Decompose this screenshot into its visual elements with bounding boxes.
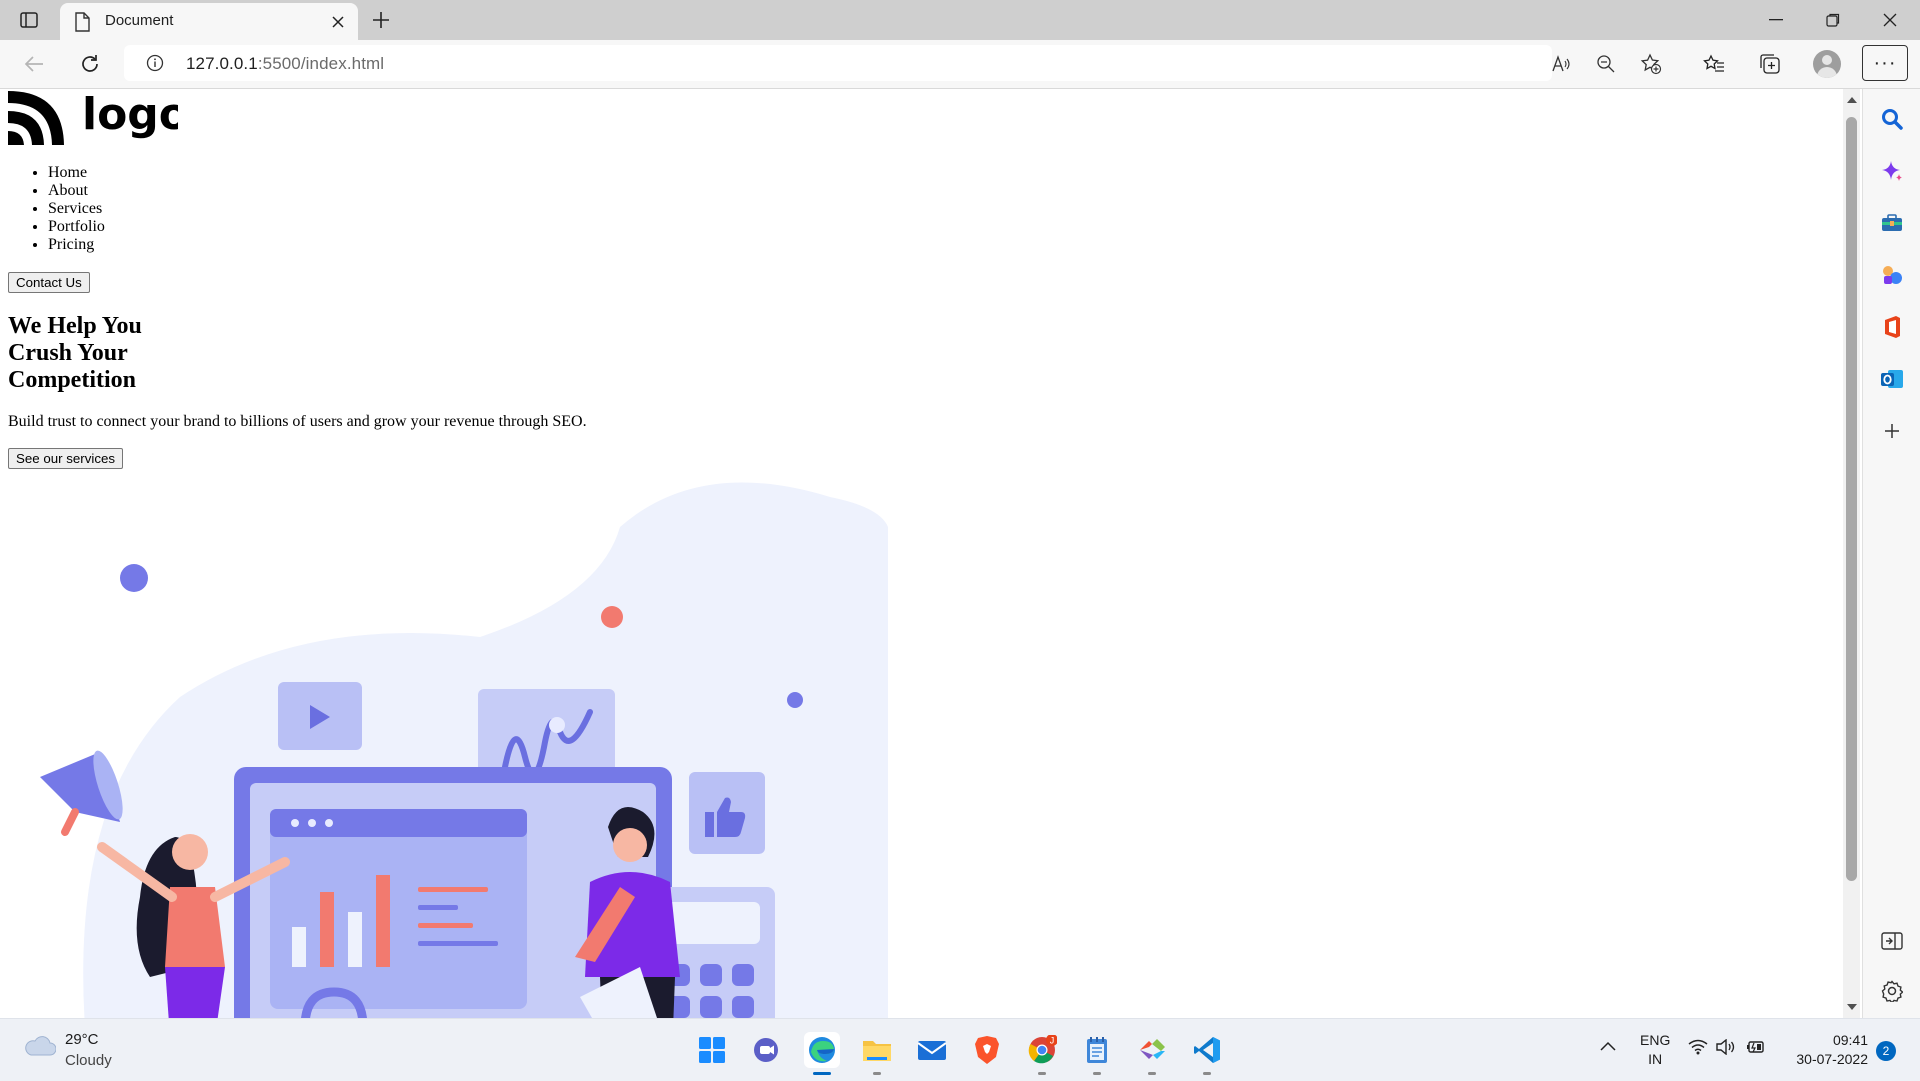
- see-services-button[interactable]: See our services: [8, 448, 124, 469]
- close-window-icon[interactable]: [1868, 6, 1912, 34]
- search-icon[interactable]: [1878, 105, 1906, 133]
- scroll-up-arrow-icon[interactable]: [1847, 97, 1857, 103]
- url-host: 127.0.0.1: [186, 54, 258, 73]
- add-favorite-icon[interactable]: [1638, 51, 1664, 77]
- page-viewport: logo Home About Services Portfolio Prici…: [0, 89, 1843, 1018]
- decor-dot-coral: [601, 606, 623, 628]
- url-path: :5500/index.html: [257, 54, 385, 73]
- main-nav: Home About Services Portfolio Pricing: [8, 164, 105, 254]
- outlook-icon[interactable]: [1878, 365, 1906, 393]
- settings-more-button[interactable]: ···: [1862, 45, 1908, 81]
- games-icon[interactable]: [1878, 261, 1906, 289]
- contact-us-button[interactable]: Contact Us: [8, 272, 90, 293]
- chevron-up-icon[interactable]: [1600, 1038, 1616, 1056]
- dashboard-window: [270, 809, 527, 1009]
- nav-item-portfolio[interactable]: Portfolio: [48, 218, 105, 236]
- tab-bar: Document: [0, 0, 1920, 40]
- split-screen-icon[interactable]: [1878, 927, 1906, 955]
- region-code: IN: [1648, 1051, 1663, 1067]
- chrome-icon[interactable]: J: [1024, 1032, 1060, 1075]
- page-scrollbar[interactable]: [1843, 89, 1860, 1018]
- browser-tab[interactable]: Document: [60, 3, 358, 40]
- page-icon: [74, 12, 90, 37]
- favorites-icon[interactable]: [1700, 50, 1728, 78]
- brave-icon[interactable]: [969, 1032, 1005, 1068]
- site-logo[interactable]: logo: [8, 89, 189, 152]
- collections-icon[interactable]: [1756, 50, 1784, 78]
- add-icon[interactable]: [1878, 417, 1906, 445]
- nav-item-home[interactable]: Home: [48, 164, 105, 182]
- profile-avatar[interactable]: [1813, 50, 1841, 78]
- meet-icon[interactable]: [749, 1032, 785, 1068]
- notification-count-badge[interactable]: 2: [1876, 1041, 1896, 1061]
- tab-title: Document: [105, 12, 174, 29]
- copilot-icon[interactable]: [1878, 157, 1906, 185]
- scroll-thumb[interactable]: [1846, 117, 1857, 881]
- notepad-icon[interactable]: [1079, 1032, 1115, 1075]
- edge-icon[interactable]: [804, 1032, 840, 1075]
- url-text[interactable]: 127.0.0.1:5500/index.html: [186, 54, 384, 74]
- decor-dot-purple: [120, 564, 148, 592]
- battery-icon[interactable]: [1746, 1039, 1766, 1060]
- restore-icon[interactable]: [1811, 6, 1855, 34]
- new-tab-icon[interactable]: [368, 8, 394, 32]
- read-aloud-icon[interactable]: [1548, 51, 1574, 77]
- tools-icon[interactable]: [1878, 209, 1906, 237]
- logo-mark-icon: [8, 91, 64, 145]
- edge-sidebar: [1862, 89, 1920, 1018]
- nav-item-services[interactable]: Services: [48, 200, 105, 218]
- browser-toolbar: 127.0.0.1:5500/index.html ···: [0, 40, 1920, 89]
- minimize-icon[interactable]: [1754, 6, 1798, 34]
- settings-icon[interactable]: [1878, 977, 1906, 1005]
- clock-date: 30-07-2022: [1796, 1051, 1868, 1067]
- chrome-profile-badge: J: [1050, 1036, 1055, 1046]
- bar-chart-bar: [320, 892, 334, 967]
- scroll-down-arrow-icon[interactable]: [1847, 1004, 1857, 1010]
- decor-dot-small: [787, 692, 803, 708]
- system-clock[interactable]: 09:41 30-07-2022: [1788, 1031, 1868, 1069]
- address-bar[interactable]: 127.0.0.1:5500/index.html: [124, 45, 1662, 81]
- logo-text: logo: [82, 89, 178, 140]
- language-code: ENG: [1640, 1032, 1671, 1048]
- input-language[interactable]: ENG IN: [1640, 1031, 1670, 1069]
- volume-icon[interactable]: [1716, 1038, 1736, 1060]
- vscode-icon[interactable]: [1189, 1032, 1225, 1075]
- back-icon[interactable]: [20, 50, 48, 78]
- zoom-out-icon[interactable]: [1593, 51, 1619, 77]
- weather-condition[interactable]: Cloudy: [65, 1052, 112, 1069]
- bar-chart-bar: [348, 912, 362, 967]
- hero-subtitle: Build trust to connect your brand to bil…: [8, 413, 587, 430]
- bar-chart-bar: [376, 875, 390, 967]
- weather-temperature[interactable]: 29°C: [65, 1031, 99, 1048]
- refresh-icon[interactable]: [76, 50, 104, 78]
- nav-item-about[interactable]: About: [48, 182, 105, 200]
- hero-title: We Help You Crush Your Competition: [8, 313, 142, 393]
- git-icon[interactable]: [1134, 1032, 1170, 1075]
- bar-chart-bar: [292, 927, 306, 967]
- file-explorer-icon[interactable]: [859, 1032, 895, 1075]
- windows-taskbar: 29°C Cloudy J ENG IN 09:41 30-07-2022 2: [0, 1018, 1920, 1081]
- site-info-icon[interactable]: [146, 54, 164, 77]
- hero-illustration: [40, 482, 888, 1018]
- cloudy-weather-icon[interactable]: [22, 1033, 57, 1062]
- wifi-icon[interactable]: [1688, 1039, 1708, 1060]
- mail-icon[interactable]: [914, 1032, 950, 1068]
- office-icon[interactable]: [1878, 313, 1906, 341]
- start-icon[interactable]: [694, 1032, 730, 1068]
- close-tab-icon[interactable]: [328, 12, 348, 32]
- clock-time: 09:41: [1832, 1032, 1868, 1048]
- tab-actions-icon[interactable]: [16, 8, 42, 32]
- nav-item-pricing[interactable]: Pricing: [48, 236, 105, 254]
